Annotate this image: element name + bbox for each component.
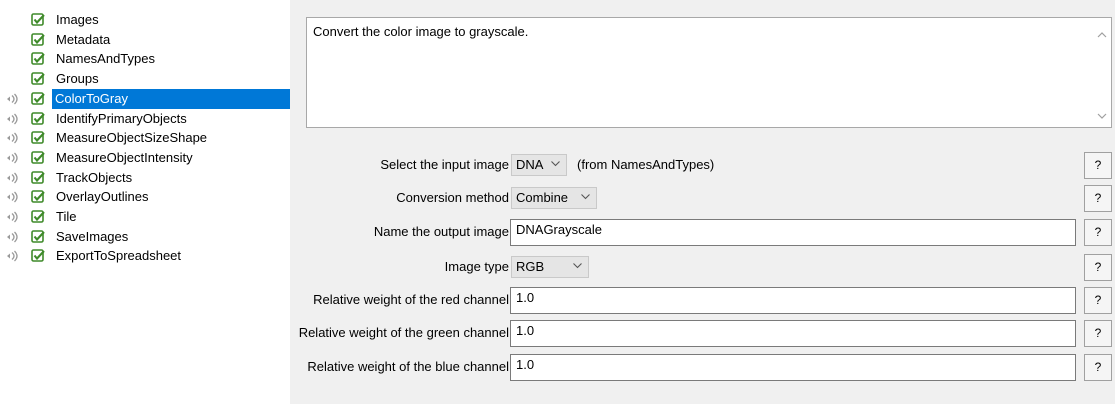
show-window-icon[interactable] — [6, 249, 20, 263]
show-window-icon[interactable] — [6, 230, 20, 244]
pipeline-module-label: ExportToSpreadsheet — [56, 248, 182, 264]
pipeline-module-label: Metadata — [56, 31, 111, 47]
pipeline-module[interactable]: OverlayOutlines — [0, 187, 290, 207]
module-notes-box[interactable]: Convert the color image to grayscale. — [306, 17, 1112, 128]
module-enabled-check-icon[interactable] — [31, 111, 45, 126]
pipeline-module-label: Images — [56, 12, 99, 27]
scroll-up-icon[interactable] — [1097, 30, 1107, 40]
image-type-value: RGB — [516, 259, 545, 274]
input-image-dropdown[interactable]: DNA — [511, 154, 567, 176]
pipeline-module[interactable]: Groups — [0, 69, 290, 89]
pipeline-module[interactable]: ExportToSpreadsheet — [0, 246, 290, 266]
setting-label-red-weight: Relative weight of the red channel — [313, 292, 509, 307]
show-window-icon[interactable] — [6, 131, 20, 145]
module-notes-text: Convert the color image to grayscale. — [313, 24, 529, 39]
pipeline-module[interactable]: ColorToGray — [0, 88, 290, 109]
module-enabled-check-icon[interactable] — [31, 52, 45, 66]
pipeline-module-label: OverlayOutlines — [56, 189, 149, 205]
setting-row-input-image: Select the input image DNA (from NamesAn… — [290, 151, 1115, 179]
setting-row-green-weight: Relative weight of the green channel 1.0… — [290, 319, 1115, 347]
show-window-icon[interactable] — [6, 210, 20, 224]
green-weight-input[interactable]: 1.0 — [510, 320, 1076, 347]
show-window-icon[interactable] — [6, 112, 20, 126]
module-enabled-check-icon[interactable] — [31, 13, 45, 27]
pipeline-module-list: Images Metadata NamesAndTypes Groups ColorTo… — [0, 0, 290, 404]
pipeline-module-label: Tile — [56, 209, 77, 224]
pipeline-module[interactable]: Tile — [0, 207, 290, 227]
conversion-method-dropdown[interactable]: Combine — [511, 187, 597, 209]
show-window-icon[interactable] — [6, 151, 20, 165]
pipeline-module[interactable]: IdentifyPrimaryObjects — [0, 109, 290, 129]
chevron-down-icon — [551, 161, 560, 167]
setting-label-green-weight: Relative weight of the green channel — [298, 325, 509, 340]
setting-label-output-name: Name the output image — [373, 224, 509, 239]
help-button-blue-weight[interactable]: ? — [1084, 354, 1112, 381]
pipeline-module[interactable]: MeasureObjectIntensity — [0, 148, 290, 168]
red-weight-input[interactable]: 1.0 — [510, 287, 1076, 314]
module-enabled-check-icon[interactable] — [31, 249, 45, 263]
input-image-source-hint: (from NamesAndTypes) — [577, 157, 715, 172]
module-settings-panel: Convert the color image to grayscale. Se… — [290, 0, 1115, 404]
setting-label-conversion: Conversion method — [396, 190, 509, 205]
setting-row-blue-weight: Relative weight of the blue channel 1.0 … — [290, 353, 1115, 381]
setting-row-output-name: Name the output image DNAGrayscale ? — [290, 218, 1115, 246]
help-button-green-weight[interactable]: ? — [1084, 320, 1112, 347]
module-enabled-check-icon[interactable] — [31, 190, 45, 204]
show-window-icon[interactable] — [6, 190, 20, 204]
output-image-name-input[interactable]: DNAGrayscale — [510, 219, 1076, 246]
pipeline-module-label: TrackObjects — [56, 169, 133, 185]
pipeline-module-label: SaveImages — [56, 228, 129, 244]
help-button-image-type[interactable]: ? — [1084, 254, 1112, 281]
module-enabled-check-icon[interactable] — [31, 91, 45, 106]
help-button-output-name[interactable]: ? — [1084, 219, 1112, 246]
pipeline-module-label: Groups — [56, 71, 99, 87]
pipeline-module-label: ColorToGray — [52, 88, 290, 109]
pipeline-module[interactable]: SaveImages — [0, 227, 290, 247]
setting-label-input-image: Select the input image — [380, 157, 509, 172]
pipeline-module-label: NamesAndTypes — [56, 51, 155, 67]
chevron-down-icon — [573, 263, 582, 269]
setting-row-red-weight: Relative weight of the red channel 1.0 ? — [290, 286, 1115, 314]
module-enabled-check-icon[interactable] — [31, 229, 45, 244]
setting-label-blue-weight: Relative weight of the blue channel — [307, 359, 509, 374]
help-button-conversion[interactable]: ? — [1084, 185, 1112, 212]
pipeline-module[interactable]: Images — [0, 10, 290, 30]
module-enabled-check-icon[interactable] — [31, 170, 45, 185]
pipeline-module[interactable]: Metadata — [0, 30, 290, 50]
pipeline-module-label: MeasureObjectIntensity — [56, 149, 193, 165]
setting-row-conversion: Conversion method Combine ? — [290, 184, 1115, 212]
show-window-icon[interactable] — [6, 92, 20, 106]
module-enabled-check-icon[interactable] — [31, 72, 45, 86]
input-image-value: DNA — [516, 157, 544, 172]
help-button-input-image[interactable]: ? — [1084, 152, 1112, 179]
pipeline-module[interactable]: NamesAndTypes — [0, 49, 290, 69]
help-button-red-weight[interactable]: ? — [1084, 287, 1112, 314]
setting-row-image-type: Image type RGB ? — [290, 253, 1115, 281]
conversion-method-value: Combine — [516, 190, 569, 205]
blue-weight-input[interactable]: 1.0 — [510, 354, 1076, 381]
module-enabled-check-icon[interactable] — [31, 210, 45, 224]
pipeline-module[interactable]: TrackObjects — [0, 168, 290, 188]
pipeline-module-label: MeasureObjectSizeShape — [56, 130, 208, 146]
setting-label-image-type: Image type — [444, 259, 509, 274]
module-enabled-check-icon[interactable] — [31, 151, 45, 165]
show-window-icon[interactable] — [6, 171, 20, 185]
pipeline-module[interactable]: MeasureObjectSizeShape — [0, 128, 290, 148]
module-enabled-check-icon[interactable] — [31, 32, 45, 47]
module-enabled-check-icon[interactable] — [31, 131, 45, 145]
pipeline-module-label: IdentifyPrimaryObjects — [56, 110, 187, 126]
image-type-dropdown[interactable]: RGB — [511, 256, 589, 278]
chevron-down-icon — [581, 194, 590, 200]
scroll-down-icon[interactable] — [1097, 111, 1107, 121]
